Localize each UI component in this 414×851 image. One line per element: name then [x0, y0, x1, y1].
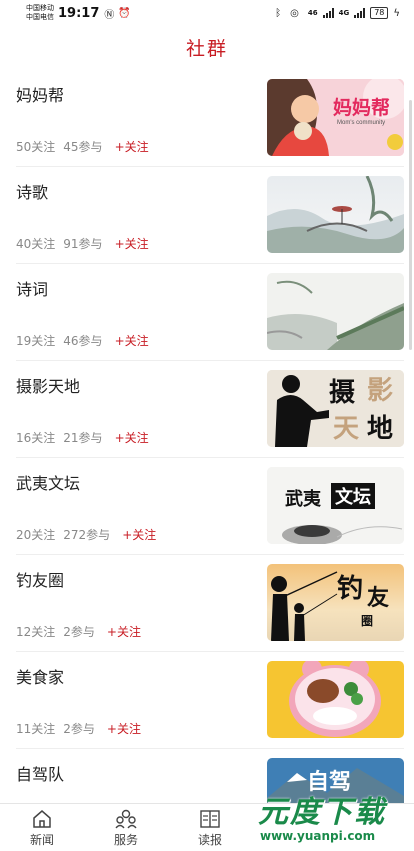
bamboo-landscape-illustration [267, 273, 404, 350]
watermark-url: www.yuanpi.com [260, 829, 376, 843]
follow-button[interactable]: +关注 [115, 429, 149, 446]
group-item-ci-poetry[interactable]: 诗词 19关注 46参与 +关注 [16, 264, 404, 361]
group-thumbnail [267, 661, 404, 738]
food-plate-illustration [267, 661, 404, 738]
participant-count: 21参与 [63, 431, 103, 445]
nav-label-services: 服务 [113, 833, 138, 847]
thumb-char-2: 友 [367, 585, 390, 611]
status-bar: 中国移动 中国电信 19:17 Ⓝ ⏰ ᛒ ◎ 46 4G 78 ϟ [0, 0, 414, 26]
group-list: 妈妈帮 50关注 45参与 +关注 妈妈帮 Mom's community 诗歌… [0, 70, 414, 846]
participant-count: 2参与 [63, 625, 95, 639]
follow-count: 20关注 [16, 528, 56, 542]
group-thumbnail: 武夷 文坛 [267, 467, 404, 544]
group-item-foodie[interactable]: 美食家 11关注 2参与 +关注 [16, 652, 404, 749]
signal-label-1: 46 [307, 9, 318, 17]
group-stats: 40关注 91参与 +关注 [16, 235, 149, 252]
follow-count: 40关注 [16, 237, 56, 251]
group-item-photography[interactable]: 摄影天地 16关注 21参与 +关注 摄 影 天 地 [16, 361, 404, 458]
participant-count: 46参与 [63, 334, 103, 348]
thumb-char-2: 影 [367, 376, 394, 406]
follow-count: 50关注 [16, 140, 56, 154]
participant-count: 272参与 [63, 528, 111, 542]
participant-count: 2参与 [63, 722, 95, 736]
carrier-names: 中国移动 中国电信 [26, 4, 54, 22]
group-stats: 12关注 2参与 +关注 [16, 623, 141, 640]
group-name: 武夷文坛 [16, 474, 81, 493]
thumb-title-b: 文坛 [331, 483, 375, 509]
group-item-fishing[interactable]: 钓友圈 12关注 2参与 +关注 钓 友 圈 [16, 555, 404, 652]
group-stats: 11关注 2参与 +关注 [16, 720, 141, 737]
group-thumbnail [267, 273, 404, 350]
status-right: ᛒ ◎ 46 4G 78 ϟ [275, 7, 404, 19]
group-name: 钓友圈 [16, 571, 65, 590]
signal-bars-icon [322, 8, 334, 18]
group-thumbnail [267, 176, 404, 253]
follow-count: 11关注 [16, 722, 56, 736]
thumb-char-3: 天 [333, 414, 360, 444]
follow-button[interactable]: +关注 [115, 138, 149, 155]
group-stats: 20关注 272参与 +关注 [16, 526, 156, 543]
group-thumbnail: 摄 影 天 地 [267, 370, 404, 447]
charging-icon: ϟ [393, 7, 400, 19]
people-icon [115, 809, 137, 829]
follow-button[interactable]: +关注 [107, 623, 141, 640]
participant-count: 45参与 [63, 140, 103, 154]
nav-item-newspaper[interactable]: 读报 [168, 804, 252, 851]
group-item-mama[interactable]: 妈妈帮 50关注 45参与 +关注 妈妈帮 Mom's community [16, 70, 404, 167]
group-name: 美食家 [16, 668, 65, 687]
nfc-icon: Ⓝ [104, 9, 115, 21]
follow-button[interactable]: +关注 [115, 235, 149, 252]
follow-button[interactable]: +关注 [115, 332, 149, 349]
thumb-title-a: 武夷 [285, 489, 321, 510]
bluetooth-icon: ᛒ [275, 7, 282, 19]
thumb-char-1: 钓 [337, 574, 364, 604]
group-stats: 19关注 46参与 +关注 [16, 332, 149, 349]
watermark-title: 元度下载 [258, 795, 386, 830]
carrier-2: 中国电信 [26, 13, 54, 21]
follow-count: 19关注 [16, 334, 56, 348]
group-stats: 50关注 45参与 +关注 [16, 138, 149, 155]
hotspot-icon: ◎ [290, 7, 299, 19]
alarm-icon: ⏰ [118, 7, 131, 19]
battery-icon: 78 [370, 7, 389, 19]
nav-item-news[interactable]: 新闻 [0, 804, 84, 851]
signal-label-2: 4G [338, 9, 350, 17]
thumb-char-3: 圈 [361, 614, 374, 628]
thumb-title: 妈妈帮 [333, 97, 391, 119]
group-name: 诗歌 [16, 183, 49, 202]
group-name: 自驾队 [16, 765, 65, 784]
screen: 中国移动 中国电信 19:17 Ⓝ ⏰ ᛒ ◎ 46 4G 78 ϟ 社群 妈妈… [0, 0, 414, 851]
nav-item-services[interactable]: 服务 [84, 804, 168, 851]
thumb-char-1: 摄 [329, 378, 356, 408]
nav-label-news: 新闻 [29, 833, 54, 847]
follow-button[interactable]: +关注 [107, 720, 141, 737]
group-name: 妈妈帮 [16, 86, 65, 105]
page-title: 社群 [185, 38, 228, 60]
group-name: 摄影天地 [16, 377, 81, 396]
follow-button[interactable]: +关注 [122, 526, 156, 543]
home-icon [33, 810, 51, 828]
ink-landscape-illustration [267, 176, 404, 253]
thumb-subtitle: Mom's community [337, 120, 386, 126]
signal-bars-2-icon [354, 8, 366, 18]
group-name: 诗词 [16, 280, 49, 299]
thumb-char-4: 地 [367, 414, 394, 444]
group-thumbnail: 妈妈帮 Mom's community [267, 79, 404, 156]
newspaper-icon [200, 810, 220, 828]
follow-count: 12关注 [16, 625, 56, 639]
status-time: 19:17 [58, 5, 100, 21]
group-stats: 16关注 21参与 +关注 [16, 429, 149, 446]
group-item-poetry[interactable]: 诗歌 40关注 91参与 +关注 [16, 167, 404, 264]
scrollbar[interactable] [409, 100, 412, 350]
follow-count: 16关注 [16, 431, 56, 445]
group-item-wuyi-literary[interactable]: 武夷文坛 20关注 272参与 +关注 武夷 文坛 [16, 458, 404, 555]
watermark-logo: 元度下载 www.yuanpi.com [250, 781, 414, 851]
participant-count: 91参与 [63, 237, 103, 251]
nav-label-newspaper: 读报 [197, 833, 222, 847]
group-thumbnail: 钓 友 圈 [267, 564, 404, 641]
carrier-1: 中国移动 [26, 4, 54, 12]
